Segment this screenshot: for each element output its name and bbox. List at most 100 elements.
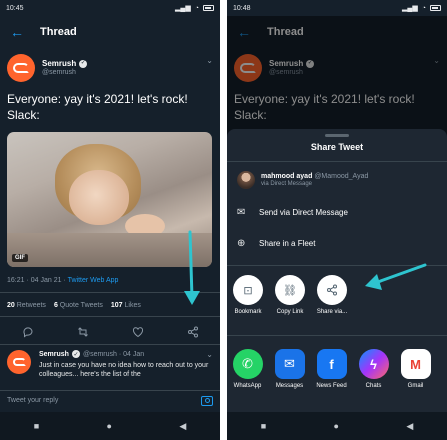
semrush-logo-icon bbox=[13, 63, 29, 73]
author-name[interactable]: Semrush bbox=[42, 59, 76, 69]
retweets-count: 20 bbox=[7, 302, 15, 309]
link-icon: ⛓ bbox=[275, 275, 305, 305]
reply-input[interactable]: Tweet your reply bbox=[7, 397, 58, 404]
back-icon[interactable]: ◀ bbox=[179, 421, 186, 432]
gif-blanket bbox=[7, 233, 212, 267]
retweets-label: Retweets bbox=[16, 302, 46, 309]
chevron-down-icon[interactable]: ⌄ bbox=[206, 350, 213, 359]
share-in-fleet-item[interactable]: ⊕ Share in a Fleet bbox=[237, 233, 437, 253]
quotes-label: Quote Tweets bbox=[59, 302, 103, 309]
tweet-gif-media[interactable]: GIF bbox=[7, 132, 212, 267]
status-time: 10:48 bbox=[233, 4, 251, 12]
messages-target[interactable]: ✉ Messages bbox=[273, 349, 306, 389]
tweet-text-line-1: Everyone: yay it's 2021! let's rock! bbox=[7, 92, 188, 106]
like-icon[interactable] bbox=[132, 326, 144, 338]
chats-label: Chats bbox=[365, 383, 382, 389]
retweet-icon[interactable] bbox=[77, 326, 89, 338]
share-sheet-screen-right: 10:48 ▂▄▆ ◔ ← Thread Semrush ✓ @semrush ⌄… bbox=[227, 0, 447, 440]
thread-screen-left: 10:45 ▂▄▆ ◔ ← Thread Semrush ✓ @semrush ⌄… bbox=[0, 0, 220, 440]
tweet-action-bar bbox=[0, 322, 220, 342]
status-icons: ▂▄▆ ◔ bbox=[402, 4, 441, 12]
back-arrow-icon[interactable]: ← bbox=[10, 24, 30, 40]
divider bbox=[227, 265, 447, 266]
share-icon[interactable] bbox=[187, 326, 199, 338]
envelope-icon: ✉ bbox=[237, 206, 246, 218]
semrush-avatar[interactable] bbox=[7, 350, 31, 374]
semrush-avatar[interactable] bbox=[7, 54, 35, 82]
copy-link-label: Copy Link bbox=[276, 309, 304, 315]
likes-count: 107 bbox=[110, 302, 123, 309]
send-via-dm-label: Send via Direct Message bbox=[259, 207, 348, 217]
messenger-icon: ϟ bbox=[358, 349, 389, 379]
contact-handle: @Mamood_Ayad bbox=[314, 172, 369, 180]
news-feed-target[interactable]: f News Feed bbox=[315, 349, 348, 389]
gmail-label: Gmail bbox=[407, 383, 424, 389]
reply-tweet[interactable]: Semrush ✓ @semrush · 04 Jan ⌄ Just in case… bbox=[7, 348, 213, 388]
status-bar: 10:48 ▂▄▆ ◔ bbox=[227, 0, 447, 16]
wifi-icon: ◔ bbox=[421, 4, 426, 12]
home-icon[interactable]: ● bbox=[107, 421, 112, 431]
likes-stat[interactable]: 107 Likes bbox=[111, 302, 141, 309]
retweets-stat[interactable]: 20 Retweets bbox=[7, 302, 46, 309]
status-icons: ▂▄▆ ◔ bbox=[175, 4, 214, 12]
contact-via: via Direct Message bbox=[261, 180, 313, 187]
sheet-drag-handle[interactable] bbox=[325, 134, 349, 137]
tweet-author[interactable]: Semrush ✓ @semrush ⌄ bbox=[7, 52, 213, 84]
share-options-row: ⊡ Bookmark ⛓ Copy Link Share via... bbox=[233, 275, 441, 315]
status-bar: 10:45 ▂▄▆ ◔ bbox=[0, 0, 220, 16]
divider bbox=[0, 344, 220, 345]
reply-icon[interactable] bbox=[22, 326, 34, 338]
author-handle: @semrush bbox=[42, 68, 76, 76]
divider bbox=[227, 335, 447, 336]
quotes-stat[interactable]: 6 Quote Tweets bbox=[54, 302, 103, 309]
news-feed-label: News Feed bbox=[316, 383, 347, 389]
share-in-fleet-label: Share in a Fleet bbox=[259, 238, 316, 248]
send-via-dm-item[interactable]: ✉ Send via Direct Message bbox=[237, 202, 437, 222]
page-title: Thread bbox=[40, 26, 77, 38]
share-sheet: Share Tweet mahmood ayad @Mamood_Ayad vi… bbox=[227, 129, 447, 412]
reply-author-name[interactable]: Semrush bbox=[39, 351, 69, 358]
bookmark-label: Bookmark bbox=[234, 309, 262, 315]
messages-icon: ✉ bbox=[274, 349, 305, 379]
divider bbox=[0, 316, 220, 317]
chevron-down-icon[interactable]: ⌄ bbox=[206, 56, 213, 65]
system-nav-bar: ■ ● ◀ bbox=[0, 412, 220, 440]
copy-link-button[interactable]: ⛓ Copy Link bbox=[275, 275, 305, 315]
wifi-icon: ◔ bbox=[194, 4, 199, 12]
semrush-logo-icon bbox=[12, 358, 26, 366]
home-icon[interactable]: ● bbox=[334, 421, 339, 431]
tweet-text-line-2: Slack: bbox=[7, 107, 40, 122]
reply-handle: @semrush · 04 Jan bbox=[82, 350, 145, 358]
back-icon[interactable]: ◀ bbox=[406, 421, 413, 432]
recent-apps-icon[interactable]: ■ bbox=[34, 421, 39, 431]
whatsapp-target[interactable]: ✆ WhatsApp bbox=[231, 349, 264, 389]
gmail-target[interactable]: M Gmail bbox=[399, 349, 432, 389]
share-via-label: Share via... bbox=[316, 309, 348, 315]
tweet-source-link[interactable]: Twitter Web App bbox=[68, 277, 119, 284]
camera-icon[interactable] bbox=[201, 395, 213, 406]
bookmark-button[interactable]: ⊡ Bookmark bbox=[233, 275, 263, 315]
quotes-count: 6 bbox=[53, 302, 58, 309]
dm-contact[interactable]: mahmood ayad @Mamood_Ayad via Direct Mes… bbox=[237, 171, 368, 189]
battery-icon bbox=[430, 5, 441, 11]
contact-name: mahmood ayad bbox=[261, 172, 313, 180]
chats-target[interactable]: ϟ Chats bbox=[357, 349, 390, 389]
signal-icon: ▂▄▆ bbox=[175, 5, 191, 12]
messages-label: Messages bbox=[275, 383, 304, 389]
system-nav-bar: ■ ● ◀ bbox=[227, 412, 447, 440]
reply-composer[interactable]: Tweet your reply bbox=[0, 390, 220, 410]
divider bbox=[227, 161, 447, 162]
sheet-title: Share Tweet bbox=[310, 142, 364, 152]
plus-circle-icon: ⊕ bbox=[237, 237, 246, 249]
share-via-button[interactable]: Share via... bbox=[317, 275, 347, 315]
tweet-timestamp: 16:21 · 04 Jan 21 · bbox=[7, 277, 68, 284]
status-time: 10:45 bbox=[6, 4, 24, 12]
share-icon bbox=[317, 275, 347, 305]
battery-icon bbox=[203, 5, 214, 11]
verified-badge-icon: ✓ bbox=[71, 350, 80, 358]
whatsapp-icon: ✆ bbox=[232, 349, 263, 379]
signal-icon: ▂▄▆ bbox=[402, 5, 418, 12]
reply-text: Just in case you have no idea how to rea… bbox=[39, 362, 209, 379]
bookmark-icon: ⊡ bbox=[233, 275, 263, 305]
recent-apps-icon[interactable]: ■ bbox=[261, 421, 266, 431]
